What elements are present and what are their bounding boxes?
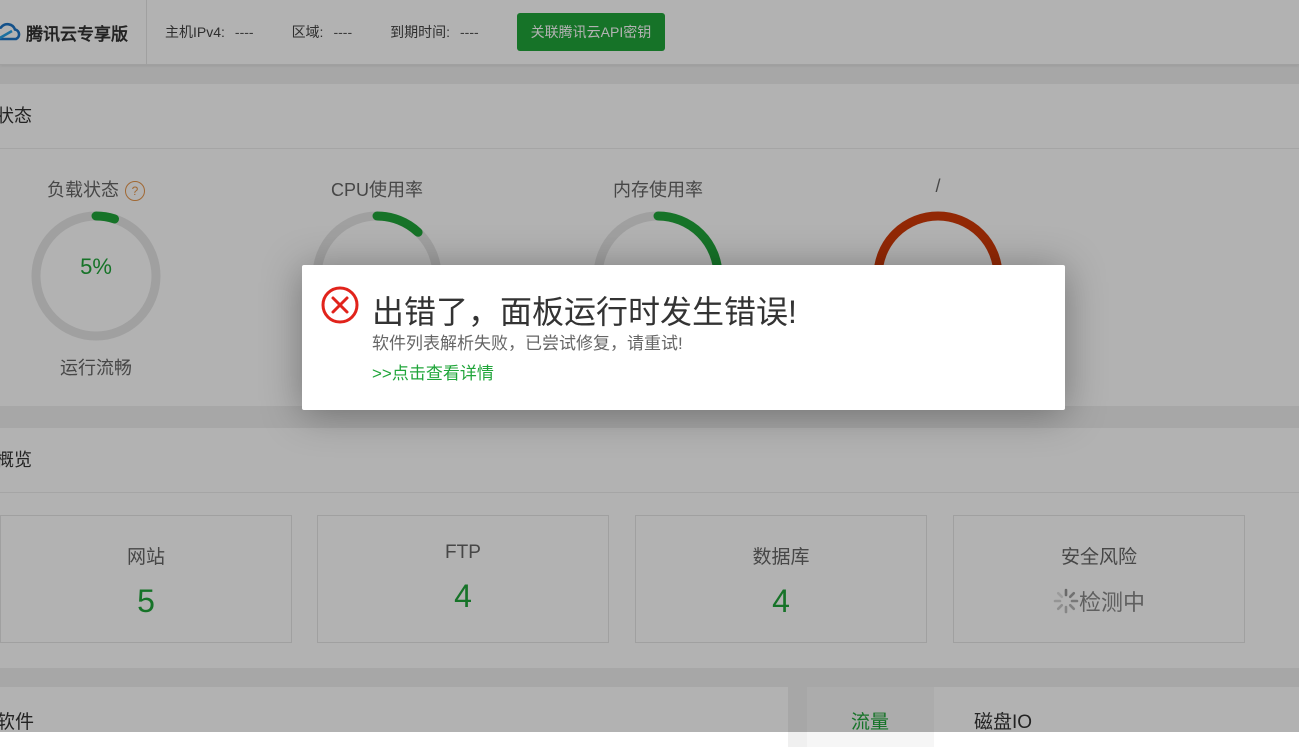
error-icon [321,286,359,324]
error-dialog: 出错了，面板运行时发生错误! 软件列表解析失败，已尝试修复，请重试! >>点击查… [302,265,1065,410]
view-details-link[interactable]: >>点击查看详情 [372,359,494,384]
error-title: 出错了，面板运行时发生错误! [372,294,797,330]
error-message: 软件列表解析失败，已尝试修复，请重试! [372,334,683,353]
